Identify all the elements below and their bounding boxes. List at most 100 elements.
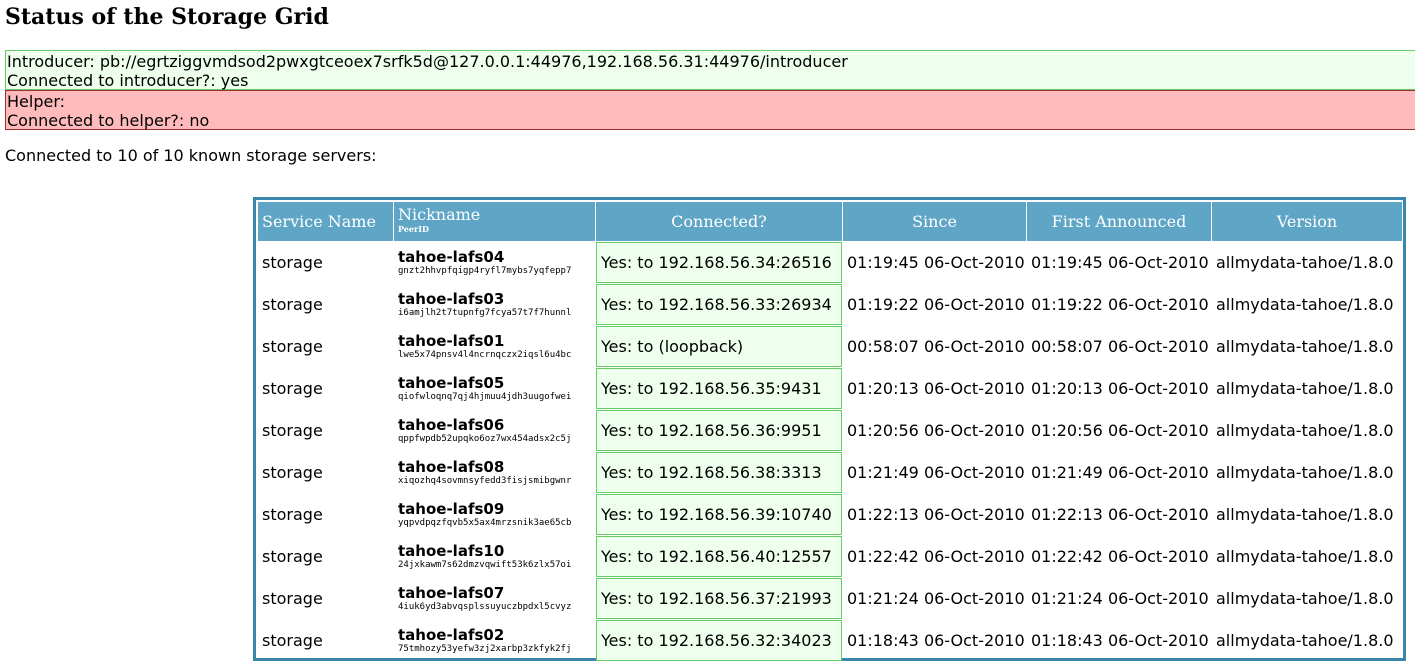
nickname-cell: tahoe-lafs02 75tmhozy53yefw3zj2xarbp3zkfy…: [394, 620, 595, 661]
table-row: storage tahoe-lafs01 lwe5x74pnsv4l4ncrnqcz…: [258, 326, 1402, 367]
version-cell: allmydata-tahoe/1.8.0: [1216, 379, 1394, 398]
version-cell: allmydata-tahoe/1.8.0: [1216, 295, 1394, 314]
service-name-cell: storage: [262, 463, 323, 482]
first-announced-cell: 00:58:07 06-Oct-2010: [1031, 337, 1209, 356]
page-title: Status of the Storage Grid: [5, 4, 329, 30]
first-announced-cell: 01:19:22 06-Oct-2010: [1031, 295, 1209, 314]
nickname-cell: tahoe-lafs06 qppfwpdb52upqko6oz7wx454adsx…: [394, 410, 595, 451]
connected-status-cell: Yes: to 192.168.56.35:9431: [596, 368, 842, 409]
first-announced-cell: 01:20:56 06-Oct-2010: [1031, 421, 1209, 440]
storage-servers-table: Service Name Nickname PeerID Connected? …: [257, 201, 1403, 662]
server-peerid: qppfwpdb52upqko6oz7wx454adsx2c5j: [398, 433, 572, 444]
server-peerid: yqpvdpqzfqvb5x5ax4mrzsnik3ae65cb: [398, 517, 572, 528]
version-cell: allmydata-tahoe/1.8.0: [1216, 463, 1394, 482]
since-cell: 01:22:13 06-Oct-2010: [847, 505, 1025, 524]
column-header-first-announced: First Announced: [1027, 202, 1211, 241]
nickname-cell: tahoe-lafs08 xiqozhq4sovmnsyfedd3fisjsmib…: [394, 452, 595, 493]
nickname-cell: tahoe-lafs10 24jxkawm7s62dmzvqwift53k6zlx…: [394, 536, 595, 577]
first-announced-cell: 01:18:43 06-Oct-2010: [1031, 631, 1209, 650]
nickname-cell: tahoe-lafs05 qiofwloqnq7qj4hjmuu4jdh3uugo…: [394, 368, 595, 409]
version-cell: allmydata-tahoe/1.8.0: [1216, 547, 1394, 566]
server-nickname: tahoe-lafs03: [398, 289, 505, 308]
connected-status-cell: Yes: to 192.168.56.40:12557: [596, 536, 842, 577]
service-name-cell: storage: [262, 337, 323, 356]
server-nickname: tahoe-lafs01: [398, 331, 505, 350]
nickname-cell: tahoe-lafs09 yqpvdpqzfqvb5x5ax4mrzsnik3ae…: [394, 494, 595, 535]
nickname-cell: tahoe-lafs04 gnzt2hhvpfqigp4ryfl7mybs7yqf…: [394, 242, 595, 283]
server-peerid: 75tmhozy53yefw3zj2xarbp3zkfyk2fj: [398, 643, 572, 654]
column-header-connected: Connected?: [596, 202, 842, 241]
column-header-service-name: Service Name: [258, 202, 393, 241]
storage-servers-table-frame: Service Name Nickname PeerID Connected? …: [253, 197, 1406, 661]
table-header-row: Service Name Nickname PeerID Connected? …: [258, 202, 1402, 241]
version-cell: allmydata-tahoe/1.8.0: [1216, 505, 1394, 524]
service-name-cell: storage: [262, 379, 323, 398]
first-announced-cell: 01:22:13 06-Oct-2010: [1031, 505, 1209, 524]
since-cell: 01:20:56 06-Oct-2010: [847, 421, 1025, 440]
connected-status-cell: Yes: to 192.168.56.33:26934: [596, 284, 842, 325]
service-name-cell: storage: [262, 631, 323, 650]
server-peerid: xiqozhq4sovmnsyfedd3fisjsmibgwnr: [398, 475, 572, 486]
helper-label: Helper:: [7, 92, 66, 111]
first-announced-cell: 01:21:24 06-Oct-2010: [1031, 589, 1209, 608]
service-name-cell: storage: [262, 253, 323, 272]
server-peerid: gnzt2hhvpfqigp4ryfl7mybs7yqfepp7: [398, 265, 572, 276]
since-cell: 01:21:24 06-Oct-2010: [847, 589, 1025, 608]
nickname-cell: tahoe-lafs03 i6amjlh2t7tupnfg7fcya57t7f7h…: [394, 284, 595, 325]
since-cell: 01:18:43 06-Oct-2010: [847, 631, 1025, 650]
column-header-nickname-label: Nickname: [398, 204, 481, 224]
server-nickname: tahoe-lafs04: [398, 247, 505, 266]
since-cell: 01:22:42 06-Oct-2010: [847, 547, 1025, 566]
since-cell: 01:19:45 06-Oct-2010: [847, 253, 1025, 272]
first-announced-cell: 01:21:49 06-Oct-2010: [1031, 463, 1209, 482]
table-row: storage tahoe-lafs02 75tmhozy53yefw3zj2xar…: [258, 620, 1402, 661]
connected-status-cell: Yes: to 192.168.56.39:10740: [596, 494, 842, 535]
introducer-furl: Introducer: pb://egrtziggvmdsod2pwxgtceo…: [7, 52, 848, 71]
nickname-cell: tahoe-lafs01 lwe5x74pnsv4l4ncrnqczx2iqsl6…: [394, 326, 595, 367]
connected-status-cell: Yes: to 192.168.56.34:26516: [596, 242, 842, 283]
connected-status-cell: Yes: to 192.168.56.37:21993: [596, 578, 842, 619]
column-header-version: Version: [1212, 202, 1402, 241]
server-peerid: qiofwloqnq7qj4hjmuu4jdh3uugofwei: [398, 391, 572, 402]
service-name-cell: storage: [262, 547, 323, 566]
since-cell: 00:58:07 06-Oct-2010: [847, 337, 1025, 356]
version-cell: allmydata-tahoe/1.8.0: [1216, 421, 1394, 440]
table-row: storage tahoe-lafs06 qppfwpdb52upqko6oz7wx…: [258, 410, 1402, 451]
table-row: storage tahoe-lafs07 4iuk6yd3abvqsplssuyuc…: [258, 578, 1402, 619]
since-cell: 01:20:13 06-Oct-2010: [847, 379, 1025, 398]
connected-status-cell: Yes: to 192.168.56.32:34023: [596, 620, 842, 661]
nickname-cell: tahoe-lafs07 4iuk6yd3abvqsplssuyuczbpdxl5…: [394, 578, 595, 619]
server-nickname: tahoe-lafs02: [398, 625, 505, 644]
first-announced-cell: 01:19:45 06-Oct-2010: [1031, 253, 1209, 272]
server-nickname: tahoe-lafs06: [398, 415, 505, 434]
service-name-cell: storage: [262, 589, 323, 608]
server-peerid: lwe5x74pnsv4l4ncrnqczx2iqsl6u4bc: [398, 349, 572, 360]
service-name-cell: storage: [262, 295, 323, 314]
introducer-status-banner: Introducer: pb://egrtziggvmdsod2pwxgtceo…: [5, 50, 1415, 90]
table-row: storage tahoe-lafs03 i6amjlh2t7tupnfg7fcya…: [258, 284, 1402, 325]
column-header-peerid-label: PeerID: [398, 223, 429, 234]
service-name-cell: storage: [262, 421, 323, 440]
server-nickname: tahoe-lafs09: [398, 499, 505, 518]
column-header-nickname: Nickname PeerID: [394, 202, 595, 241]
since-cell: 01:21:49 06-Oct-2010: [847, 463, 1025, 482]
version-cell: allmydata-tahoe/1.8.0: [1216, 589, 1394, 608]
connected-status-cell: Yes: to 192.168.56.36:9951: [596, 410, 842, 451]
server-nickname: tahoe-lafs08: [398, 457, 505, 476]
server-peerid: 4iuk6yd3abvqsplssuyuczbpdxl5cvyz: [398, 601, 572, 612]
table-row: storage tahoe-lafs04 gnzt2hhvpfqigp4ryfl7m…: [258, 242, 1402, 283]
first-announced-cell: 01:22:42 06-Oct-2010: [1031, 547, 1209, 566]
table-row: storage tahoe-lafs10 24jxkawm7s62dmzvqwift…: [258, 536, 1402, 577]
column-header-since: Since: [843, 202, 1026, 241]
table-row: storage tahoe-lafs09 yqpvdpqzfqvb5x5ax4mrz…: [258, 494, 1402, 535]
connected-status-cell: Yes: to (loopback): [596, 326, 842, 367]
introducer-connected-status: Connected to introducer?: yes: [7, 71, 249, 90]
version-cell: allmydata-tahoe/1.8.0: [1216, 631, 1394, 650]
server-peerid: i6amjlh2t7tupnfg7fcya57t7f7hunnl: [398, 307, 572, 318]
since-cell: 01:19:22 06-Oct-2010: [847, 295, 1025, 314]
server-nickname: tahoe-lafs05: [398, 373, 505, 392]
version-cell: allmydata-tahoe/1.8.0: [1216, 253, 1394, 272]
table-row: storage tahoe-lafs05 qiofwloqnq7qj4hjmuu4j…: [258, 368, 1402, 409]
service-name-cell: storage: [262, 505, 323, 524]
server-peerid: 24jxkawm7s62dmzvqwift53k6zlx57oi: [398, 559, 572, 570]
